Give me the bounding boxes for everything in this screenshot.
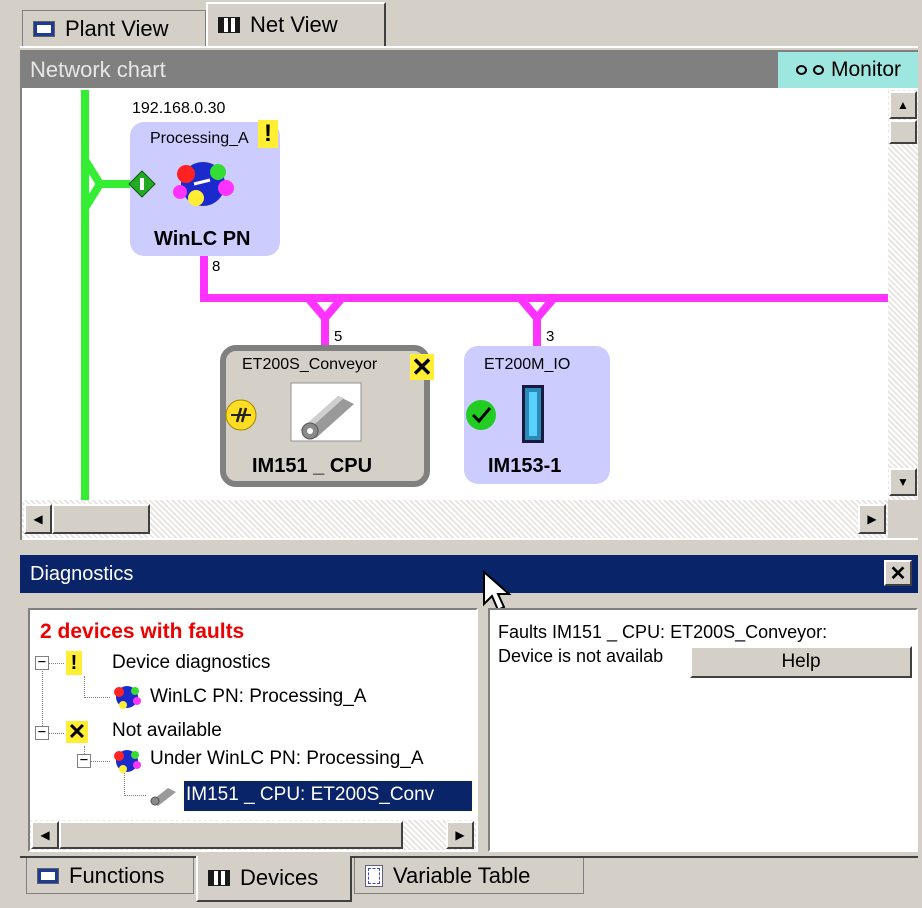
functions-icon — [37, 867, 59, 884]
variable-table-icon — [365, 864, 383, 887]
ethernet-branch-line — [81, 157, 132, 188]
scroll-right-button[interactable]: ▶ — [446, 821, 474, 849]
tab-net-view[interactable]: Net View — [206, 2, 386, 46]
winlc-port-label: 8 — [212, 258, 221, 275]
chart-horizontal-scrollbar[interactable] — [22, 500, 888, 538]
close-button[interactable]: ✕ — [884, 560, 912, 586]
faults-summary: 2 devices with faults — [40, 620, 245, 643]
pc-station-icon — [114, 686, 141, 709]
scroll-left-button[interactable]: ◀ — [24, 504, 52, 534]
help-button[interactable]: Help — [690, 646, 912, 678]
diagnostics-header: Diagnostics ✕ — [20, 555, 918, 593]
ok-check-icon — [466, 400, 496, 430]
profinet-drop-conveyor — [304, 295, 329, 346]
pc-station-icon — [114, 750, 141, 773]
scroll-down-button[interactable]: ▼ — [889, 468, 917, 496]
tab-variable-table-label: Variable Table — [393, 862, 531, 888]
warning-icon: ! — [258, 120, 278, 148]
io-port-label: 3 — [546, 328, 555, 345]
tree-under-winlc[interactable]: Under WinLC PN: Processing_A — [150, 748, 424, 770]
warning-icon: ! — [66, 651, 82, 675]
conveyor-icon — [290, 382, 362, 442]
tree-selected-device[interactable]: IM151 _ CPU: ET200S_Conv — [183, 780, 473, 812]
scroll-corner — [888, 500, 918, 538]
winlc-name: Processing_A — [150, 130, 249, 147]
connector-diamond-icon — [128, 170, 156, 198]
disconnected-icon — [225, 399, 257, 431]
horizontal-scroll-thumb[interactable] — [52, 504, 150, 534]
vertical-scroll-thumb[interactable] — [889, 120, 917, 144]
io-name: ET200M_IO — [484, 356, 571, 373]
conveyor-icon — [150, 788, 176, 806]
collapse-under-winlc[interactable]: − — [77, 753, 91, 768]
io-type: IM153-1 — [488, 455, 562, 477]
diagnostics-detail-pane — [488, 608, 918, 852]
collapse-not-available[interactable]: − — [35, 725, 49, 740]
collapse-device-diagnostics[interactable]: − — [35, 655, 49, 670]
profinet-drop-io — [516, 295, 541, 346]
tab-devices-label: Devices — [240, 865, 319, 890]
tree-winlc-processing[interactable]: WinLC PN: Processing_A — [150, 686, 366, 708]
profinet-line — [200, 256, 890, 302]
winlc-type: WinLC PN — [154, 228, 251, 250]
conveyor-name: ET200S_Conveyor — [242, 356, 378, 373]
net-view-icon — [218, 17, 240, 33]
not-available-icon: ✕ — [66, 719, 88, 744]
tab-functions-label: Functions — [69, 862, 165, 888]
tree-not-available[interactable]: Not available — [112, 720, 222, 742]
not-available-icon: ✕ — [410, 352, 434, 382]
io-module-icon — [522, 385, 544, 443]
tab-variable-table[interactable]: Variable Table — [354, 858, 584, 894]
tree-device-diagnostics[interactable]: Device diagnostics — [112, 652, 270, 674]
scroll-right-button[interactable]: ▶ — [858, 504, 886, 534]
scroll-left-button[interactable]: ◀ — [31, 821, 59, 849]
tree-scroll-thumb[interactable] — [59, 821, 403, 849]
conveyor-type: IM151 _ CPU — [252, 455, 373, 477]
detail-line-1: Faults IM151 _ CPU: ET200S_Conveyor: — [498, 622, 828, 642]
tab-net-view-label: Net View — [250, 12, 338, 37]
devices-icon — [208, 870, 230, 886]
close-icon: ✕ — [889, 562, 907, 585]
detail-line-2: Device is not availab — [498, 646, 664, 666]
tab-devices[interactable]: Devices — [196, 856, 352, 902]
winlc-ip: 192.168.0.30 — [132, 100, 226, 117]
panel-splitter[interactable] — [20, 540, 918, 554]
chart-vertical-scrollbar[interactable] — [888, 90, 918, 500]
diagnostics-tree-pane[interactable] — [28, 608, 478, 852]
conveyor-port-label: 5 — [334, 328, 343, 345]
scroll-up-button[interactable]: ▲ — [889, 91, 917, 119]
diagnostics-title: Diagnostics — [30, 563, 134, 585]
pc-station-icon — [173, 162, 234, 206]
tab-functions[interactable]: Functions — [26, 858, 194, 894]
